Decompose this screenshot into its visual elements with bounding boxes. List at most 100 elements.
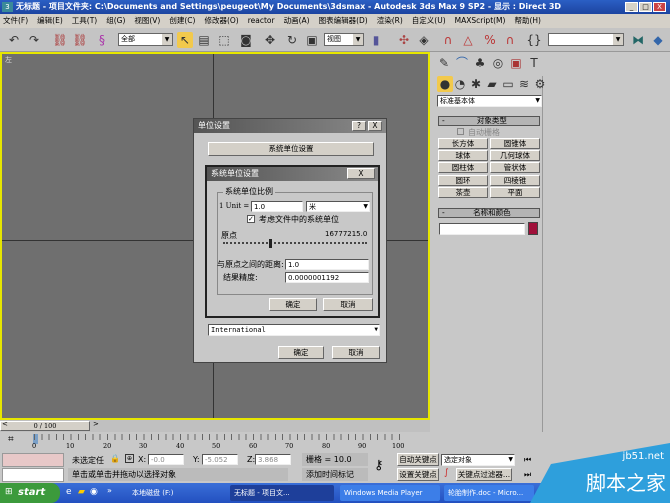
respect-units-checkbox[interactable]: ✓	[247, 215, 255, 223]
select-object-icon[interactable]: ↖	[177, 32, 193, 48]
track-bar[interactable]: ⌗ 0 10 20 30 40 50 60 70 80 90 100	[0, 432, 430, 452]
object-type-rollout-header[interactable]: - 对象类型	[438, 116, 540, 126]
menu-help[interactable]: 帮助(H)	[514, 14, 541, 28]
y-coord-field[interactable]: -5.052	[202, 454, 238, 465]
scale-icon[interactable]: ▣	[304, 32, 320, 48]
autogrid-checkbox[interactable]	[457, 128, 464, 135]
create-tab-icon[interactable]: ✎	[436, 55, 452, 71]
angle-snap-icon[interactable]: △	[460, 32, 476, 48]
menu-tools[interactable]: 工具(T)	[72, 14, 97, 28]
task-3dsmax[interactable]: 无标题 - 项目文...	[230, 485, 334, 501]
lights-icon[interactable]: ✱	[468, 76, 484, 92]
set-key-button[interactable]: 设置关键点	[397, 468, 439, 481]
absolute-mode-icon[interactable]: ⊕	[125, 454, 134, 463]
bind-spacewarp-icon[interactable]: §	[94, 32, 110, 48]
menu-animation[interactable]: 动画(A)	[284, 14, 310, 28]
time-slider[interactable]: 0 / 100	[0, 421, 90, 431]
box-button[interactable]: 长方体	[438, 138, 488, 149]
plane-button[interactable]: 平面	[490, 187, 540, 198]
select-by-name-icon[interactable]: ▤	[196, 32, 212, 48]
display-tab-icon[interactable]: ▣	[508, 55, 524, 71]
align-icon[interactable]: ◆	[650, 32, 666, 48]
unlink-icon[interactable]: ⛓	[72, 32, 88, 48]
menu-customize[interactable]: 自定义(U)	[412, 14, 446, 28]
link-icon[interactable]: ⛓	[52, 32, 68, 48]
task-local-disk[interactable]: 本地磁盘 (F:)	[128, 485, 222, 501]
undo-icon[interactable]: ↶	[6, 32, 22, 48]
display-unit-select[interactable]: International ▼	[208, 324, 380, 336]
menu-edit[interactable]: 编辑(E)	[37, 14, 63, 28]
mirror-icon[interactable]: ⧓	[630, 32, 646, 48]
system-dialog-close-button[interactable]: X	[347, 168, 375, 179]
redo-icon[interactable]: ↷	[26, 32, 42, 48]
go-to-start-icon[interactable]: ⏮	[524, 455, 531, 465]
category-select[interactable]: 标准基本体 ▼	[437, 95, 542, 107]
object-color-swatch[interactable]	[528, 222, 538, 235]
task-media-player[interactable]: Windows Media Player	[340, 485, 440, 501]
named-selection-select[interactable]: ▼	[548, 33, 624, 46]
tube-button[interactable]: 管状体	[490, 162, 540, 173]
maximize-button[interactable]: □	[639, 2, 652, 12]
motion-tab-icon[interactable]: ◎	[490, 55, 506, 71]
cameras-icon[interactable]: ▰	[484, 76, 500, 92]
units-ok-button[interactable]: 确定	[278, 346, 324, 359]
system-ok-button[interactable]: 确定	[269, 298, 317, 311]
menu-reactor[interactable]: reactor	[248, 14, 275, 28]
menu-modifiers[interactable]: 修改器(O)	[204, 14, 238, 28]
lock-icon[interactable]: 🔒	[110, 454, 120, 463]
distance-input[interactable]: 1.0	[285, 259, 369, 270]
select-manipulate-icon[interactable]: ✣	[396, 32, 412, 48]
shapes-icon[interactable]: ◔	[452, 76, 468, 92]
key-filters-button[interactable]: 关键点过滤器...	[456, 468, 512, 481]
system-cancel-button[interactable]: 取消	[323, 298, 373, 311]
spacewarps-icon[interactable]: ≋	[516, 76, 532, 92]
modify-tab-icon[interactable]: ⌒	[454, 55, 470, 71]
origin-slider-track[interactable]	[223, 242, 367, 244]
move-icon[interactable]: ✥	[262, 32, 278, 48]
prev-frame-icon[interactable]: <	[2, 420, 8, 428]
utilities-tab-icon[interactable]: T	[526, 55, 542, 71]
viewport-label[interactable]: 左	[5, 55, 12, 65]
next-frame-icon[interactable]: >	[93, 420, 99, 428]
maxscript-listener-white[interactable]	[2, 468, 64, 482]
close-button[interactable]: X	[653, 2, 666, 12]
keyboard-shortcut-icon[interactable]: ◈	[416, 32, 432, 48]
window-crossing-icon[interactable]: ◙	[238, 32, 254, 48]
rotate-icon[interactable]: ↻	[284, 32, 300, 48]
cylinder-button[interactable]: 圆柱体	[438, 162, 488, 173]
ie-icon[interactable]: e	[66, 487, 72, 497]
more-icon[interactable]: »	[107, 486, 112, 495]
pyramid-button[interactable]: 四棱锥	[490, 175, 540, 186]
key-mode-toggle-icon[interactable]: ⏭	[524, 470, 531, 480]
x-coord-field[interactable]: -0.0	[148, 454, 184, 465]
name-color-rollout-header[interactable]: - 名称和颜色	[438, 208, 540, 218]
menu-graph-editors[interactable]: 图表编辑器(D)	[319, 14, 368, 28]
geometry-icon[interactable]: ●	[437, 76, 453, 92]
quicklaunch-icon[interactable]: ◉	[90, 487, 98, 497]
pivot-center-icon[interactable]: ▮	[368, 32, 384, 48]
reference-coord-select[interactable]: 视图 ▼	[324, 33, 364, 46]
system-unit-setup-button[interactable]: 系统单位设置	[208, 142, 374, 156]
add-time-tag[interactable]: 添加时间标记	[302, 468, 368, 481]
edit-named-selection-icon[interactable]: {}	[526, 32, 542, 48]
units-cancel-button[interactable]: 取消	[332, 346, 380, 359]
rect-selection-icon[interactable]: ⬚	[216, 32, 232, 48]
menu-rendering[interactable]: 渲染(R)	[377, 14, 403, 28]
folder-icon[interactable]: ▰	[78, 487, 85, 497]
task-word-doc[interactable]: 轮胎制作.doc - Micro...	[444, 485, 534, 501]
spinner-snap-icon[interactable]: ∩	[502, 32, 518, 48]
units-dialog-close-button[interactable]: X	[368, 121, 382, 131]
selection-filter-select[interactable]: 全部 ▼	[118, 33, 173, 46]
snap-3d-icon[interactable]: ∩	[440, 32, 456, 48]
minimize-button[interactable]: _	[625, 2, 638, 12]
menu-create[interactable]: 创建(C)	[169, 14, 195, 28]
sphere-button[interactable]: 球体	[438, 150, 488, 161]
menu-views[interactable]: 视图(V)	[134, 14, 160, 28]
z-coord-field[interactable]: 3.868	[255, 454, 291, 465]
helpers-icon[interactable]: ▭	[500, 76, 516, 92]
cone-button[interactable]: 圆锥体	[490, 138, 540, 149]
torus-button[interactable]: 圆环	[438, 175, 488, 186]
help-button[interactable]: ?	[352, 121, 366, 131]
auto-key-button[interactable]: 自动关键点	[397, 453, 439, 466]
origin-slider-thumb[interactable]	[269, 239, 272, 248]
